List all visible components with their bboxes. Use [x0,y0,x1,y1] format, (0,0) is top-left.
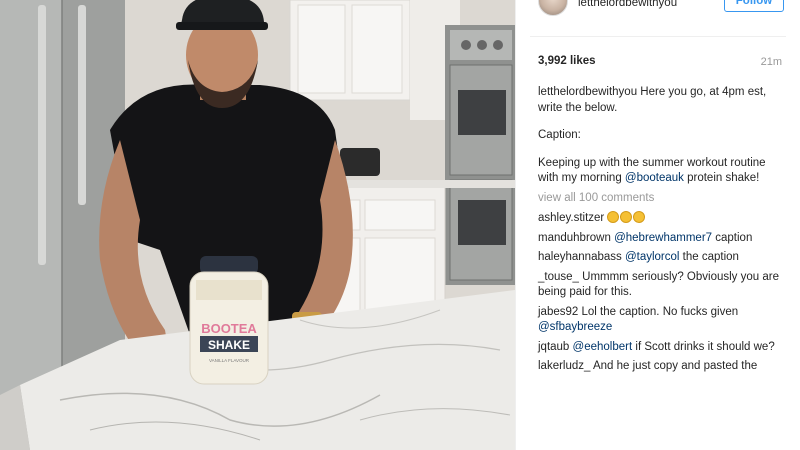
comment-username[interactable]: jabes92 [538,306,578,318]
caption: letthelordbewithyou Here you go, at 4pm … [538,85,788,187]
list-item: jqtaub @eeholbert if Scott drinks it sho… [538,340,788,356]
comment-username[interactable]: _touse_ [538,271,579,283]
post-photo: BOOTEA SHAKE VANILLA FLAVOUR [0,0,515,450]
scroll-fade [516,428,800,450]
emoji-icon [607,211,646,224]
comment-text: And he just copy and pasted the [592,360,758,372]
avatar[interactable] [538,0,568,16]
comment-username[interactable]: haleyhannabass [538,251,622,263]
list-item: manduhbrown @hebrewhammer7 caption [538,231,788,247]
comments-list: letthelordbewithyou Here you go, at 4pm … [538,85,788,379]
comment-mention[interactable]: @eeholbert [573,341,633,353]
list-item: haleyhannabass @taylorcol the caption [538,250,788,266]
comment-username[interactable]: jqtaub [538,341,569,353]
jar-label-sub: VANILLA FLAVOUR [209,358,250,363]
comment-username[interactable]: lakerludz_ [538,360,590,372]
header-divider [530,36,786,37]
list-item: jabes92 Lol the caption. No fucks given … [538,305,788,336]
comment-mention[interactable]: @hebrewhammer7 [614,232,712,244]
comment-username[interactable]: manduhbrown [538,232,611,244]
comment-text: caption [712,231,753,244]
comment-mention[interactable]: @sfbaybreeze [538,321,612,333]
caption-username[interactable]: letthelordbewithyou [538,86,637,98]
post-sidebar: letthelordbewithyou Follow 3,992 likes 2… [515,0,800,450]
comment-text: if Scott drinks it should we? [632,340,775,353]
jar-label-top: BOOTEA [201,321,257,336]
post-time: 21m [760,56,782,68]
caption-line-3-end: protein shake! [683,172,760,184]
view-all-comments-link[interactable]: view all 100 comments [538,191,788,207]
list-item: ashley.stitzer [538,211,788,227]
follow-button[interactable]: Follow [724,0,784,12]
post-username[interactable]: letthelordbewithyou [578,0,677,9]
caption-line-2: Caption: [538,129,581,141]
protein-jar: BOOTEA SHAKE VANILLA FLAVOUR [189,256,269,385]
jar-label-main: SHAKE [208,338,250,352]
likes-count[interactable]: 3,992 likes [538,55,596,67]
comment-text: the caption [679,251,739,263]
comment-mention[interactable]: @taylorcol [625,251,680,263]
post-header: letthelordbewithyou Follow [516,0,800,22]
list-item: lakerludz_ And he just copy and pasted t… [538,359,788,375]
comment-username[interactable]: ashley.stitzer [538,212,604,224]
list-item: _touse_ Ummmm seriously? Obviously you a… [538,270,788,301]
kitchen-scene: BOOTEA SHAKE VANILLA FLAVOUR [0,0,515,450]
comment-text: Lol the caption. No fucks given [581,305,739,318]
caption-mention[interactable]: @booteauk [625,172,684,184]
